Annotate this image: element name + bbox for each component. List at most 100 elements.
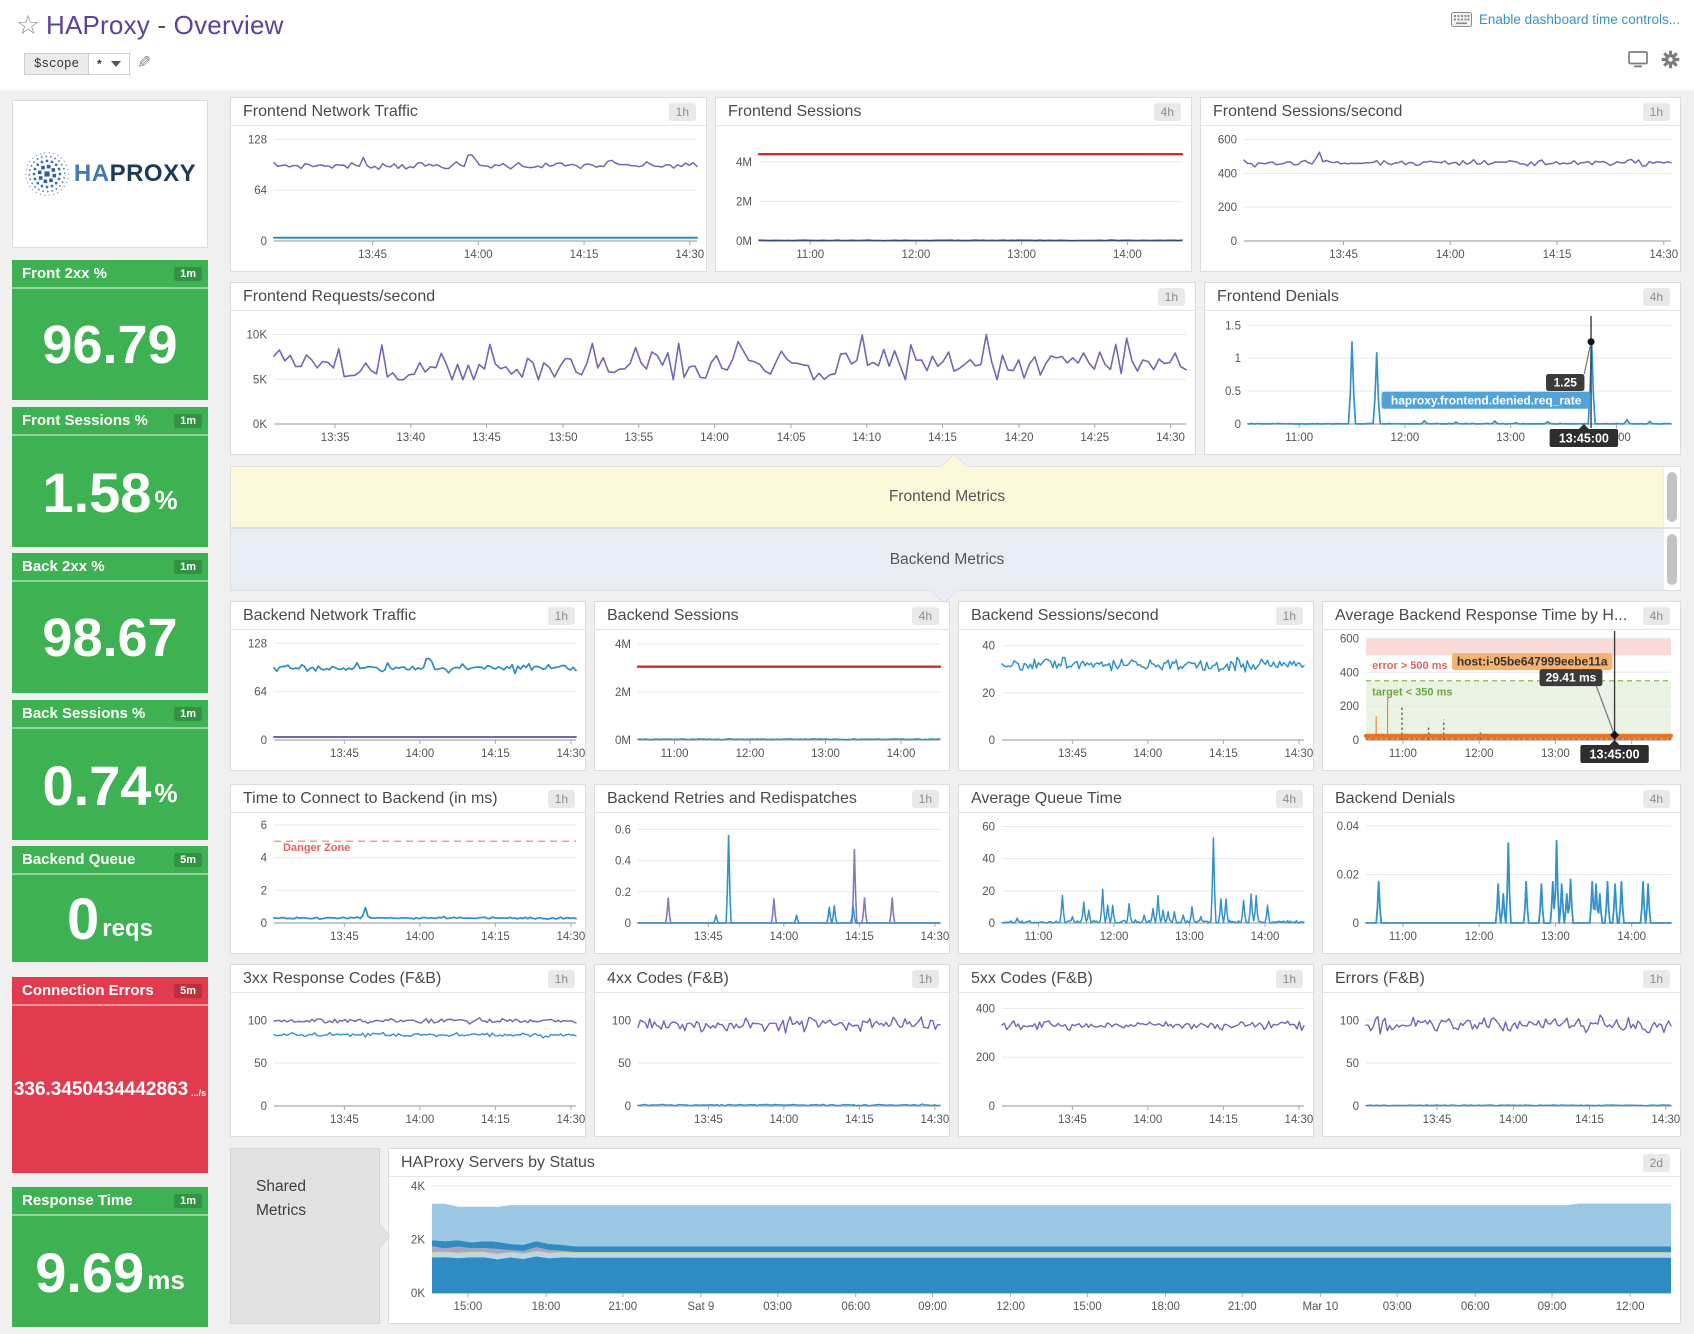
svg-text:13:45: 13:45 [1058,1114,1087,1126]
chart-plot-backend-sessions-per-second[interactable]: 0204013:4514:0014:1514:30 [959,631,1313,770]
query-value-line: 9.69ms [35,1246,185,1299]
svg-text:13:45: 13:45 [1058,748,1087,760]
note-scrollbar[interactable] [1663,467,1680,527]
svg-text:21:00: 21:00 [608,1301,637,1313]
chart-header: Average Backend Response Time by H... 4h [1323,602,1680,630]
chart-plot-5xx-codes[interactable]: 020040013:4514:0014:1514:30 [959,994,1313,1136]
timeframe-badge[interactable]: 4h [912,607,939,625]
chart-plot-backend-network-traffic[interactable]: 06412813:4514:0014:1514:30 [231,631,585,770]
query-value-back-sessions[interactable]: Back Sessions % 1m 0.74% [12,700,208,840]
query-value-backend-queue[interactable]: Backend Queue 5m 0reqs [12,846,208,962]
query-value-body: 96.79 [12,291,208,400]
svg-text:14:30: 14:30 [675,249,704,261]
chart-plot-errors-fb[interactable]: 05010013:4514:0014:1514:30 [1323,994,1680,1136]
svg-text:5K: 5K [253,374,267,386]
timeframe-badge[interactable]: 1h [912,790,939,808]
timeframe-badge[interactable]: 1h [1276,970,1303,988]
timeframe-badge[interactable]: 2d [1643,1154,1670,1172]
chart-plot-frontend-sessions[interactable]: 0M2M4M11:0012:0013:0014:00 [716,127,1191,271]
chart-header: Frontend Network Traffic 1h [231,98,706,126]
chart-plot-average-queue-time[interactable]: 020406011:0012:0013:0014:00 [959,814,1313,953]
widget-frontend-requests-per-second: Frontend Requests/second 1h 0K5K10K13:35… [230,282,1196,455]
chart-plot-backend-retries-redispatches[interactable]: 00.20.40.613:4514:0014:1514:30 [595,814,949,953]
svg-text:2M: 2M [736,196,752,208]
note-pointer-down [931,590,957,602]
query-value-number: 0.74 [42,759,151,812]
svg-text:0: 0 [261,1101,267,1113]
favorite-star-icon[interactable]: ☆ [16,10,40,41]
note-shared-text: SharedMetrics [256,1175,306,1223]
enable-time-controls-text: Enable dashboard time controls... [1479,12,1680,27]
svg-text:14:30: 14:30 [1284,748,1313,760]
svg-text:error > 500 ms: error > 500 ms [1372,660,1448,672]
svg-text:14:15: 14:15 [1209,1114,1238,1126]
svg-text:0.02: 0.02 [1337,870,1359,882]
timeframe-badge[interactable]: 1h [548,790,575,808]
tv-screen-icon[interactable] [1628,51,1648,68]
timeframe-badge[interactable]: 1h [1643,970,1670,988]
timeframe-badge[interactable]: 1h [548,970,575,988]
chart-plot-haproxy-servers-by-status[interactable]: 0K2K4K15:0018:0021:00Sat 903:0006:0009:0… [389,1178,1680,1323]
chart-plot-backend-sessions[interactable]: 0M2M4M11:0012:0013:0014:00 [595,631,949,770]
chart-plot-backend-denials[interactable]: 00.020.0411:0012:0013:0014:00 [1323,814,1680,953]
query-value-title: Front 2xx % [22,265,174,282]
svg-text:14:30: 14:30 [556,931,585,943]
svg-text:14:15: 14:15 [481,931,510,943]
timeframe-badge: 5m [174,853,202,867]
timeframe-badge[interactable]: 4h [1643,790,1670,808]
svg-text:0.6: 0.6 [615,824,631,836]
svg-text:13:50: 13:50 [549,432,578,444]
timeframe-badge[interactable]: 4h [1643,607,1670,625]
svg-text:14:10: 14:10 [852,432,881,444]
svg-text:Danger Zone: Danger Zone [283,842,350,854]
chart-plot-4xx-codes[interactable]: 05010013:4514:0014:1514:30 [595,994,949,1136]
timeframe-badge[interactable]: 1h [548,607,575,625]
query-value-back-2xx[interactable]: Back 2xx % 1m 98.67 [12,553,208,693]
query-value-front-sessions[interactable]: Front Sessions % 1m 1.58% [12,407,208,547]
scope-value-dropdown[interactable]: * [88,53,130,75]
chart-plot-frontend-requests-per-second[interactable]: 0K5K10K13:3513:4013:4513:5013:5514:0014:… [231,312,1195,454]
chart-title: 5xx Codes (F&B) [971,970,1276,988]
gear-icon[interactable] [1661,50,1680,69]
query-value-title: Back Sessions % [22,705,174,722]
svg-text:haproxy.frontend.denied.req_ra: haproxy.frontend.denied.req_rate [1391,393,1582,407]
timeframe-badge[interactable]: 1h [1643,103,1670,121]
chart-plot-avg-backend-response-time[interactable]: 020040060011:0012:0013:0014:00error > 50… [1323,631,1680,770]
query-value-front-2xx[interactable]: Front 2xx % 1m 96.79 [12,260,208,400]
chart-plot-frontend-sessions-per-second[interactable]: 020040060013:4514:0014:1514:30 [1201,127,1680,271]
note-scrollbar[interactable] [1663,529,1680,590]
scrollbar-thumb[interactable] [1667,472,1677,522]
scope-variable-label: $scope [24,53,88,75]
svg-text:0M: 0M [615,735,631,747]
svg-text:14:30: 14:30 [1284,1114,1313,1126]
svg-text:4M: 4M [615,639,631,651]
query-value-response-time[interactable]: Response Time 1m 9.69ms [12,1187,208,1327]
timeframe-badge[interactable]: 4h [1643,288,1670,306]
svg-text:40: 40 [982,854,995,866]
svg-text:14:00: 14:00 [1617,931,1646,943]
timeframe-badge[interactable]: 4h [1276,790,1303,808]
scrollbar-thumb[interactable] [1667,534,1677,585]
svg-text:0: 0 [989,735,995,747]
timeframe-badge[interactable]: 1h [1158,288,1185,306]
chart-plot-frontend-denials[interactable]: 00.511.511:0012:0013:0014:001.25haproxy.… [1205,312,1680,454]
timeframe-badge[interactable]: 1h [1276,607,1303,625]
timeframe-badge[interactable]: 1h [669,103,696,121]
svg-text:600: 600 [1340,633,1359,645]
enable-time-controls-link[interactable]: Enable dashboard time controls... [1451,12,1680,27]
timeframe-badge[interactable]: 4h [1154,103,1181,121]
svg-text:14:15: 14:15 [845,1114,874,1126]
chart-plot-frontend-network-traffic[interactable]: 06412813:4514:0014:1514:30 [231,127,706,271]
query-value-title: Response Time [22,1192,174,1209]
timeframe-badge[interactable]: 1h [912,970,939,988]
chart-plot-time-to-connect-backend[interactable]: 024613:4514:0014:1514:30Danger Zone [231,814,585,953]
svg-text:2M: 2M [615,687,631,699]
svg-text:11:00: 11:00 [1025,931,1053,943]
svg-text:14:00: 14:00 [1113,249,1142,261]
edit-pencil-icon[interactable]: ✎ [137,53,151,73]
chart-header: Average Queue Time 4h [959,785,1313,813]
widget-errors-fb: Errors (F&B) 1h 05010013:4514:0014:1514:… [1322,964,1681,1137]
chart-plot-3xx-response-codes[interactable]: 05010013:4514:0014:1514:30 [231,994,585,1136]
query-value-connection-errors[interactable]: Connection Errors 5m 336.3450434442863..… [12,977,208,1173]
svg-text:12:00: 12:00 [902,249,931,261]
